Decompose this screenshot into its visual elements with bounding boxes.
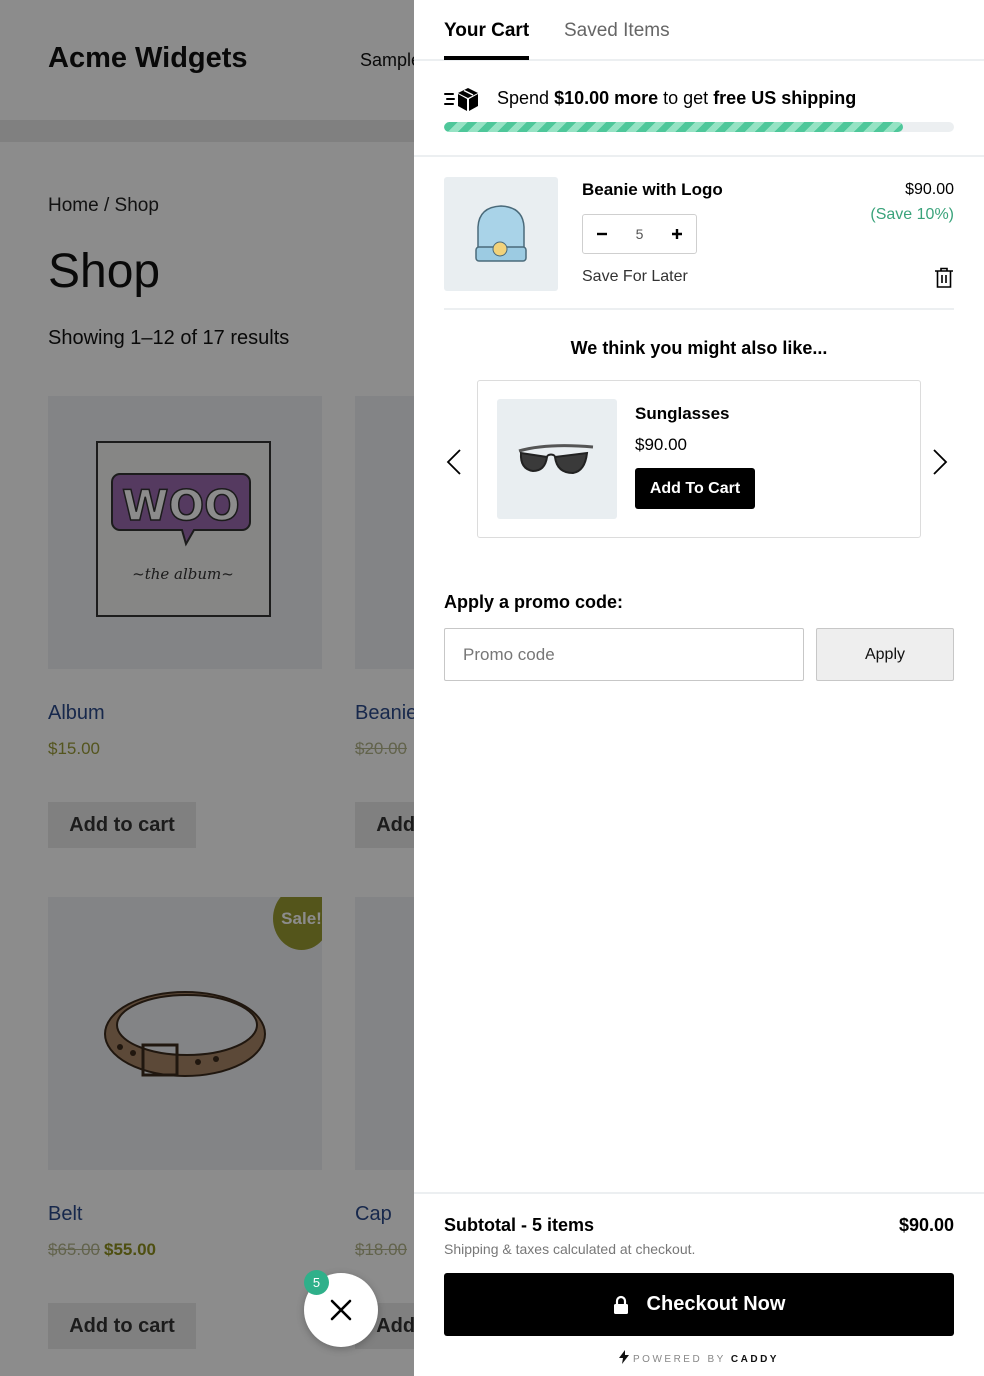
recommendation-card: Sunglasses $90.00 Add To Cart: [477, 380, 921, 538]
shipping-progress-fill: [444, 122, 903, 132]
quantity-stepper: 5: [582, 214, 697, 254]
quantity-input[interactable]: 5: [621, 215, 658, 253]
beanie-thumbnail[interactable]: [444, 177, 558, 291]
powered-prefix: POWERED BY: [633, 1354, 731, 1365]
sunglasses-thumbnail[interactable]: [497, 399, 617, 519]
recommendation-add-to-cart-button[interactable]: Add To Cart: [635, 468, 755, 509]
shipping-note: Shipping & taxes calculated at checkout.: [444, 1241, 696, 1257]
checkout-label: Checkout Now: [646, 1293, 786, 1315]
cart-item-price: $90.00: [905, 181, 954, 198]
carousel-next-button[interactable]: [932, 448, 948, 481]
remove-item-button[interactable]: [934, 267, 954, 293]
cart-item-savings: (Save 10%): [870, 206, 954, 223]
free-shipping-meter: Spend $10.00 more to get free US shippin…: [414, 61, 984, 157]
tab-your-cart[interactable]: Your Cart: [444, 20, 530, 60]
recommendation-name[interactable]: Sunglasses: [635, 404, 730, 424]
lightning-icon: [619, 1350, 630, 1364]
cart-item: Beanie with Logo $90.00 (Save 10%) 5 Sav…: [444, 177, 954, 310]
decrease-quantity-button[interactable]: [583, 215, 621, 253]
shipping-message: Spend $10.00 more to get free US shippin…: [497, 88, 856, 109]
minus-icon: [597, 232, 607, 236]
carousel-prev-button[interactable]: [446, 448, 462, 481]
save-for-later-link[interactable]: Save For Later: [582, 268, 688, 286]
recommendations-title: We think you might also like...: [570, 338, 828, 358]
shipping-middle: to get: [658, 88, 714, 108]
subtotal-value: $90.00: [898, 1215, 954, 1235]
cart-item-name[interactable]: Beanie with Logo: [582, 180, 723, 200]
tab-saved-items[interactable]: Saved Items: [564, 20, 670, 60]
shipping-amount: $10.00 more: [554, 88, 659, 108]
package-icon: [444, 88, 478, 111]
powered-by[interactable]: POWERED BY CADDY: [414, 1350, 984, 1365]
plus-icon: [672, 229, 682, 239]
checkout-button[interactable]: Checkout Now: [444, 1273, 954, 1336]
powered-brand: CADDY: [730, 1354, 779, 1365]
promo-label: Apply a promo code:: [444, 592, 624, 612]
page-overlay[interactable]: [0, 0, 414, 1376]
cart-footer: Subtotal - 5 items $90.00 Shipping & tax…: [414, 1192, 984, 1376]
chevron-left-icon: [446, 449, 461, 475]
cart-count-badge: 5: [304, 1270, 329, 1295]
close-icon: [330, 1299, 352, 1321]
beanie-image: [475, 205, 527, 262]
promo-code-input[interactable]: [444, 628, 804, 681]
subtotal-label: Subtotal - 5 items: [444, 1215, 595, 1235]
recommendation-price: $90.00: [635, 435, 687, 454]
apply-promo-button[interactable]: Apply: [816, 628, 954, 681]
sunglasses-image: [518, 444, 594, 475]
trash-icon: [935, 267, 953, 288]
shipping-progress-bar: [444, 122, 954, 132]
cart-tabs: Your Cart Saved Items: [414, 0, 984, 61]
chevron-right-icon: [933, 449, 948, 475]
shipping-prefix: Spend: [497, 88, 555, 108]
lock-icon: [613, 1295, 628, 1314]
increase-quantity-button[interactable]: [658, 215, 696, 253]
shipping-goal: free US shipping: [713, 88, 857, 108]
cart-drawer: Your Cart Saved Items Spend $10.00 more …: [414, 0, 984, 1376]
